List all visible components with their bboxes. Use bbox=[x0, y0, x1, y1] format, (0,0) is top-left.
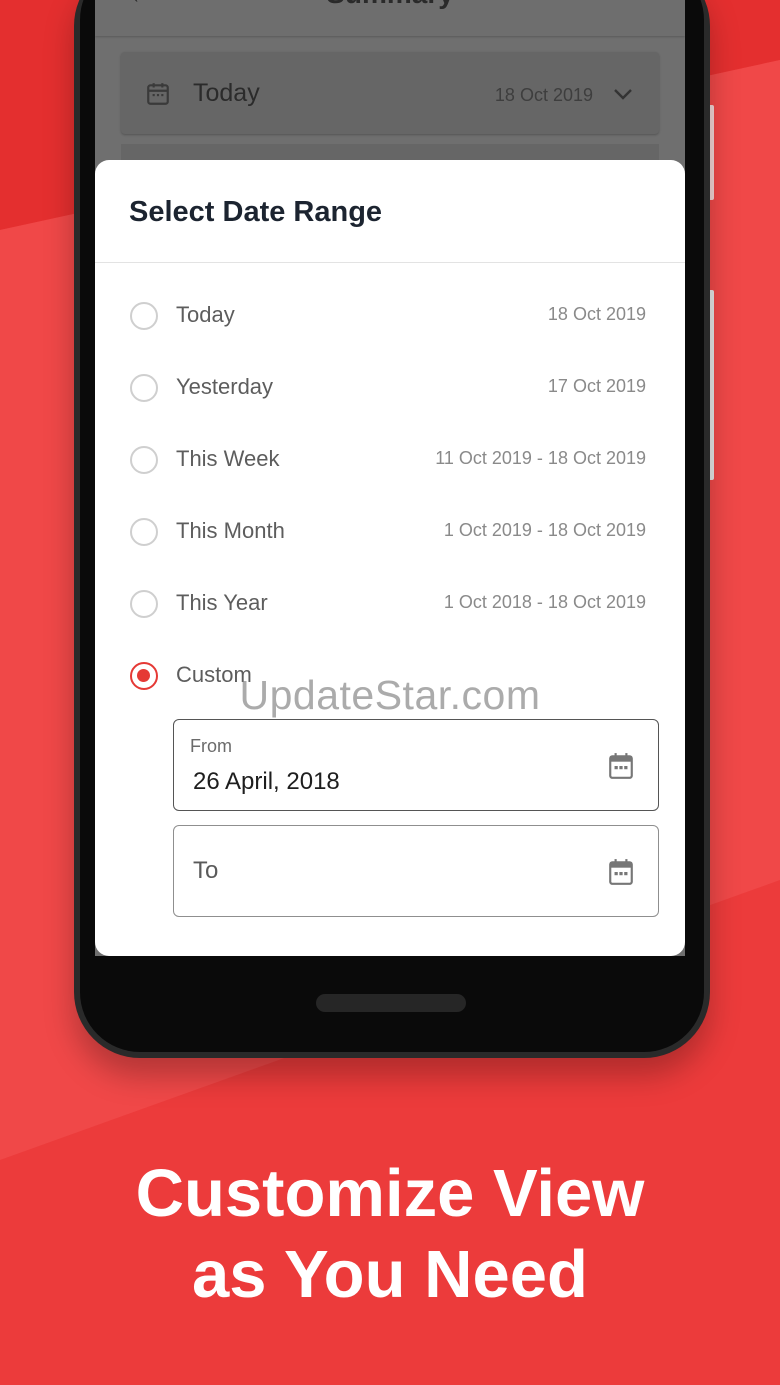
radio-button[interactable] bbox=[130, 446, 158, 474]
option-today[interactable]: Today 18 Oct 2019 bbox=[95, 288, 685, 348]
headline-line-2: as You Need bbox=[192, 1237, 588, 1312]
option-label: This Week bbox=[176, 446, 280, 471]
radio-button[interactable] bbox=[130, 374, 158, 402]
select-date-range-dialog: Select Date Range Today 18 Oct 2019 Yest… bbox=[95, 160, 685, 956]
option-date-range: 11 Oct 2019 - 18 Oct 2019 bbox=[435, 448, 646, 468]
to-field-placeholder: To bbox=[193, 857, 219, 884]
option-date-range: 1 Oct 2018 - 18 Oct 2019 bbox=[443, 592, 646, 612]
to-date-field[interactable]: To bbox=[173, 825, 659, 917]
option-date-range: 17 Oct 2019 bbox=[547, 376, 646, 396]
home-indicator[interactable] bbox=[316, 994, 466, 1012]
radio-button[interactable] bbox=[130, 302, 158, 330]
selected-range-label: Today bbox=[193, 79, 260, 107]
app-bar: ← Summary bbox=[95, 0, 685, 36]
from-field-value: 26 April, 2018 bbox=[193, 768, 340, 795]
option-date-range: 1 Oct 2019 - 18 Oct 2019 bbox=[443, 520, 646, 540]
option-yesterday[interactable]: Yesterday 17 Oct 2019 bbox=[95, 360, 685, 420]
option-this-week[interactable]: This Week 11 Oct 2019 - 18 Oct 2019 bbox=[95, 432, 685, 492]
headline-line-1: Customize View bbox=[135, 1156, 645, 1231]
calendar-icon[interactable] bbox=[608, 752, 634, 780]
watermark: UpdateStar.com bbox=[239, 672, 541, 718]
radio-button[interactable] bbox=[130, 590, 158, 618]
option-this-month[interactable]: This Month 1 Oct 2019 - 18 Oct 2019 bbox=[95, 504, 685, 564]
calendar-icon bbox=[147, 83, 169, 105]
option-label: This Year bbox=[176, 590, 268, 615]
option-date-range: 18 Oct 2019 bbox=[547, 304, 646, 324]
option-this-year[interactable]: This Year 1 Oct 2018 - 18 Oct 2019 bbox=[95, 576, 685, 636]
selected-range-date: 18 Oct 2019 bbox=[494, 85, 593, 105]
from-date-field[interactable]: From 26 April, 2018 bbox=[173, 719, 659, 811]
page-title: Summary bbox=[95, 0, 685, 10]
radio-button[interactable] bbox=[130, 518, 158, 546]
option-label: Today bbox=[176, 302, 235, 327]
calendar-icon[interactable] bbox=[608, 858, 634, 886]
date-range-selector[interactable]: Today 18 Oct 2019 bbox=[121, 52, 659, 134]
from-field-label: From bbox=[190, 736, 232, 756]
dialog-header: Select Date Range bbox=[95, 160, 685, 263]
chevron-down-icon[interactable] bbox=[611, 82, 635, 106]
dialog-title: Select Date Range bbox=[129, 196, 383, 228]
option-label: Yesterday bbox=[176, 374, 274, 399]
option-label: This Month bbox=[176, 518, 285, 543]
